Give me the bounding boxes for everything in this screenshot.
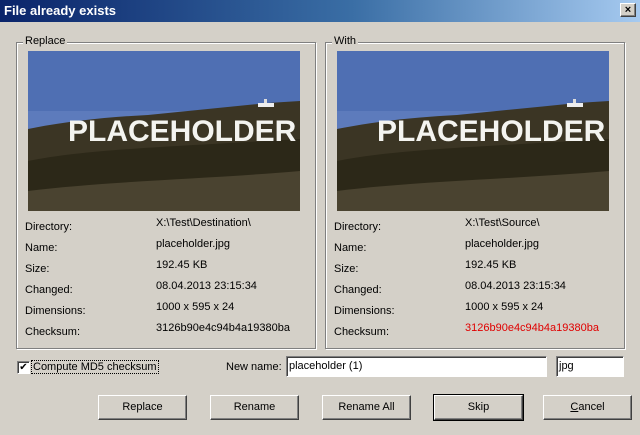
with-prop-value: 08.04.2013 23:15:34 [465, 280, 566, 292]
replace-prop-label: Dimensions: [25, 305, 86, 317]
replace-prop-value: 192.45 KB [156, 259, 208, 271]
replace-group-label: Replace [23, 35, 68, 47]
close-icon[interactable]: × [620, 3, 636, 17]
with-prop-value: 1000 x 595 x 24 [465, 301, 544, 313]
with-image-preview: PLACEHOLDER [337, 51, 609, 211]
with-image: PLACEHOLDER [337, 51, 609, 211]
replace-image-preview: PLACEHOLDER [28, 51, 300, 211]
replace-prop-label: Checksum: [25, 326, 81, 338]
skip-button[interactable]: Skip [433, 394, 524, 421]
with-prop-label: Size: [334, 263, 359, 275]
replace-prop-value: 08.04.2013 23:15:34 [156, 280, 257, 292]
replace-prop-value: placeholder.jpg [156, 238, 231, 250]
title-bar: File already exists × [0, 0, 640, 22]
with-prop-value: 192.45 KB [465, 259, 517, 271]
with-group-label: With [332, 35, 358, 47]
with-prop-value: 3126b90e4c94b4a19380ba [465, 322, 599, 334]
with-prop-label: Dimensions: [334, 305, 395, 317]
compute-md5-checkbox[interactable]: ✔ [17, 361, 30, 374]
with-image-text: PLACEHOLDER [377, 115, 606, 148]
with-prop-label: Changed: [334, 284, 382, 296]
cancel-rest: ancel [578, 401, 605, 413]
rename-all-button[interactable]: Rename All [322, 395, 411, 420]
replace-button[interactable]: Replace [98, 395, 187, 420]
replace-prop-value: 3126b90e4c94b4a19380ba [156, 322, 290, 334]
compute-md5-label[interactable]: Compute MD5 checksum [31, 360, 159, 374]
replace-prop-value: 1000 x 595 x 24 [156, 301, 235, 313]
replace-prop-label: Name: [25, 242, 58, 254]
new-name-label: New name: [226, 361, 282, 373]
rename-button[interactable]: Rename [210, 395, 299, 420]
with-prop-value: placeholder.jpg [465, 238, 540, 250]
replace-prop-label: Changed: [25, 284, 73, 296]
extension-input[interactable]: jpg [556, 356, 624, 377]
with-prop-label: Name: [334, 242, 367, 254]
with-prop-value: X:\Test\Source\ [465, 217, 540, 229]
cancel-button[interactable]: Cancel [543, 395, 632, 420]
replace-prop-label: Size: [25, 263, 50, 275]
replace-prop-value: X:\Test\Destination\ [156, 217, 251, 229]
window-title: File already exists [4, 3, 117, 18]
replace-image-text: PLACEHOLDER [68, 115, 297, 148]
replace-image: PLACEHOLDER [28, 51, 300, 211]
with-prop-label: Directory: [334, 221, 382, 233]
replace-prop-label: Directory: [25, 221, 73, 233]
with-prop-label: Checksum: [334, 326, 390, 338]
new-name-input[interactable]: placeholder (1) [286, 356, 547, 377]
